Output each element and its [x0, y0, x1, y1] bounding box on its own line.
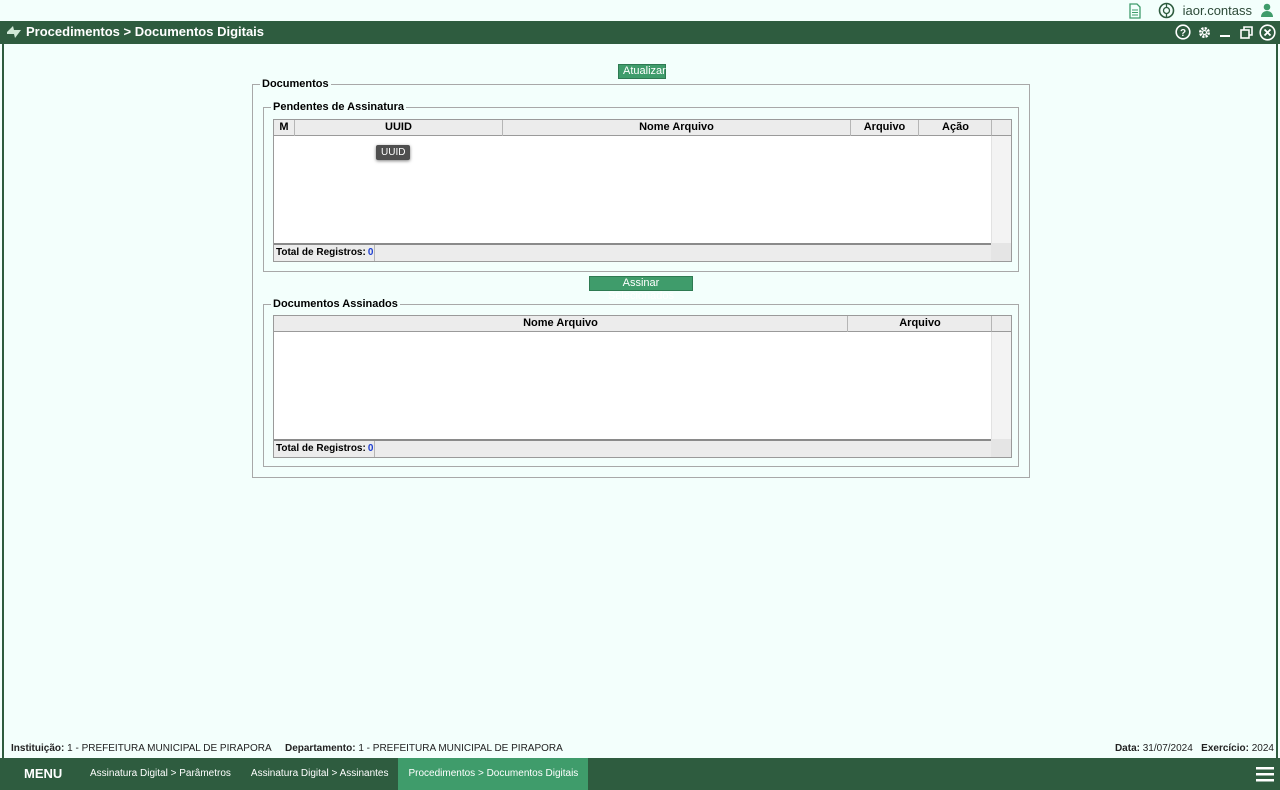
instituicao-value: 1 - PREFEITURA MUNICIPAL DE PIRAPORA	[67, 743, 272, 754]
top-strip: iaor.contass	[0, 0, 1280, 21]
assinar-selecionados-button[interactable]: Assinar Selecionados	[589, 276, 693, 302]
uuid-tooltip: UUID	[376, 145, 411, 160]
data-value: 31/07/2024	[1142, 743, 1193, 754]
footer-divider	[374, 441, 375, 457]
total-registros-label: Total de Registros:	[276, 443, 366, 454]
tab-parametros[interactable]: Assinatura Digital > Parâmetros	[80, 758, 241, 790]
pendentes-grid: M UUID Nome Arquivo Arquivo Ação UUID To…	[273, 119, 1012, 262]
exercicio-value: 2024	[1251, 743, 1274, 754]
total-registros-label: Total de Registros:	[276, 247, 366, 258]
atualizar-button[interactable]: Atualizar	[618, 64, 666, 79]
taskbar-tabs: Assinatura Digital > Parâmetros Assinatu…	[80, 758, 589, 790]
content-area: Atualizar Documentos Pendentes de Assina…	[2, 44, 1278, 758]
column-uuid[interactable]: UUID	[295, 120, 503, 136]
gear-icon[interactable]	[1195, 23, 1213, 41]
assinados-legend: Documentos Assinados	[271, 297, 400, 311]
column-arquivo[interactable]: Arquivo	[848, 316, 992, 332]
minimize-icon[interactable]	[1216, 23, 1234, 41]
window-title-bar: Procedimentos > Documentos Digitais ?	[0, 21, 1280, 44]
documentos-legend: Documentos	[260, 77, 331, 91]
total-registros-count: 0	[367, 443, 374, 454]
column-arquivo[interactable]: Arquivo	[851, 120, 919, 136]
taskbar: MENU Assinatura Digital > Parâmetros Ass…	[0, 758, 1280, 790]
footer-corner	[991, 243, 1011, 261]
close-icon[interactable]	[1258, 23, 1276, 41]
restore-icon[interactable]	[1237, 23, 1255, 41]
departamento-label: Departamento:	[284, 743, 356, 754]
column-nome-arquivo[interactable]: Nome Arquivo	[503, 120, 851, 136]
column-m[interactable]: M	[274, 120, 295, 136]
documentos-fieldset: Documentos Pendentes de Assinatura M UUI…	[252, 77, 1030, 478]
instituicao-label: Instituição:	[11, 743, 65, 754]
support-icon[interactable]	[1158, 2, 1175, 19]
assinados-scrollbar[interactable]	[991, 332, 1011, 439]
exercicio-label: Exercício:	[1201, 743, 1249, 754]
assinados-grid: Nome Arquivo Arquivo Total de Registros:…	[273, 315, 1012, 458]
total-registros-count: 0	[367, 247, 374, 258]
assinados-footer: Total de Registros: 0	[274, 439, 992, 457]
status-bar: Instituição: 1 - PREFEITURA MUNICIPAL DE…	[0, 740, 1280, 758]
help-icon[interactable]: ?	[1174, 23, 1192, 41]
tab-assinantes[interactable]: Assinatura Digital > Assinantes	[241, 758, 399, 790]
tab-documentos-digitais[interactable]: Procedimentos > Documentos Digitais	[398, 758, 589, 790]
app-logo-icon	[6, 25, 22, 39]
svg-text:?: ?	[1180, 28, 1186, 39]
username[interactable]: iaor.contass	[1183, 3, 1252, 18]
document-icon[interactable]	[1128, 2, 1142, 19]
footer-corner	[991, 439, 1011, 457]
footer-divider	[374, 245, 375, 261]
column-nome-arquivo[interactable]: Nome Arquivo	[274, 316, 848, 332]
hamburger-menu-icon[interactable]	[1256, 766, 1274, 782]
pendentes-footer: Total de Registros: 0	[274, 243, 992, 261]
assinados-header: Nome Arquivo Arquivo	[274, 316, 992, 332]
assinados-fieldset: Documentos Assinados Nome Arquivo Arquiv…	[263, 297, 1019, 467]
header-corner	[991, 120, 1011, 136]
pendentes-fieldset: Pendentes de Assinatura M UUID Nome Arqu…	[263, 100, 1019, 272]
pendentes-scrollbar[interactable]	[991, 136, 1011, 243]
header-corner	[991, 316, 1011, 332]
window-title: Procedimentos > Documentos Digitais	[26, 24, 265, 39]
departamento-value: 1 - PREFEITURA MUNICIPAL DE PIRAPORA	[358, 743, 563, 754]
column-acao[interactable]: Ação	[919, 120, 992, 136]
data-label: Data:	[1114, 743, 1140, 754]
user-icon[interactable]	[1260, 3, 1274, 18]
pendentes-header: M UUID Nome Arquivo Arquivo Ação	[274, 120, 992, 136]
pendentes-legend: Pendentes de Assinatura	[271, 100, 407, 114]
menu-button[interactable]: MENU	[24, 758, 62, 790]
